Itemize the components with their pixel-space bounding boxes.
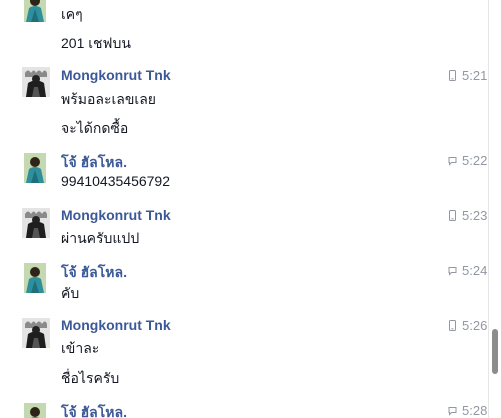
sender-avatar[interactable] bbox=[22, 208, 50, 238]
chat-bubble-icon bbox=[448, 265, 457, 276]
time-text: 5:21 bbox=[462, 68, 488, 83]
mobile-phone-icon bbox=[448, 70, 457, 81]
message-timestamp: 5:28 bbox=[448, 403, 487, 418]
chat-bubble-icon bbox=[448, 155, 457, 166]
message-text: จะได้กดซื้อ bbox=[61, 120, 129, 136]
mobile-phone-icon bbox=[448, 210, 457, 221]
message-timestamp: 5:22 bbox=[448, 153, 487, 168]
message-text: เข้าละ bbox=[61, 340, 100, 356]
message-timestamp: 5:26 bbox=[448, 318, 487, 333]
sender-avatar[interactable] bbox=[22, 67, 50, 97]
sender-avatar[interactable] bbox=[24, 153, 46, 183]
sender-avatar[interactable] bbox=[22, 318, 50, 348]
message-timestamp: 5:23 bbox=[448, 208, 487, 223]
sender-name[interactable]: โจ้ ฮัลโหล. bbox=[61, 152, 127, 174]
sender-avatar[interactable] bbox=[24, 263, 46, 293]
sender-avatar[interactable] bbox=[24, 0, 46, 22]
message-text: คับ bbox=[61, 285, 80, 301]
sender-name[interactable]: Mongkonrut Tnk bbox=[61, 317, 171, 333]
message-text: 201 เชฟบน bbox=[61, 35, 131, 51]
message-text: ชื่อไรครับ bbox=[61, 370, 120, 386]
time-text: 5:28 bbox=[462, 403, 488, 418]
scrollbar-thumb[interactable] bbox=[492, 329, 498, 374]
vertical-scrollbar[interactable] bbox=[488, 0, 501, 418]
message-text: พร้มอละเลขเลย bbox=[61, 91, 156, 107]
time-text: 5:23 bbox=[462, 208, 488, 223]
sender-name[interactable]: Mongkonrut Tnk bbox=[61, 67, 171, 83]
time-text: 5:24 bbox=[462, 263, 488, 278]
message-text: 99410435456792 bbox=[61, 173, 171, 189]
message-text: เคๆ bbox=[61, 6, 83, 22]
chat-bubble-icon bbox=[448, 405, 457, 416]
sender-name[interactable]: โจ้ ฮัลโหล. bbox=[61, 262, 127, 284]
mobile-phone-icon bbox=[448, 320, 457, 331]
sender-avatar[interactable] bbox=[24, 403, 46, 418]
time-text: 5:22 bbox=[462, 153, 488, 168]
chat-conversation[interactable]: เคๆ 201 เชฟบน Mongkonrut Tnk 5:21 พร้มอล… bbox=[0, 0, 488, 418]
message-timestamp: 5:24 bbox=[448, 263, 487, 278]
time-text: 5:26 bbox=[462, 318, 488, 333]
sender-name[interactable]: Mongkonrut Tnk bbox=[61, 207, 171, 223]
sender-name[interactable]: โจ้ ฮัลโหล. bbox=[61, 402, 127, 418]
message-timestamp: 5:21 bbox=[448, 68, 487, 83]
message-text: ผ่านครับแปป bbox=[61, 230, 140, 246]
